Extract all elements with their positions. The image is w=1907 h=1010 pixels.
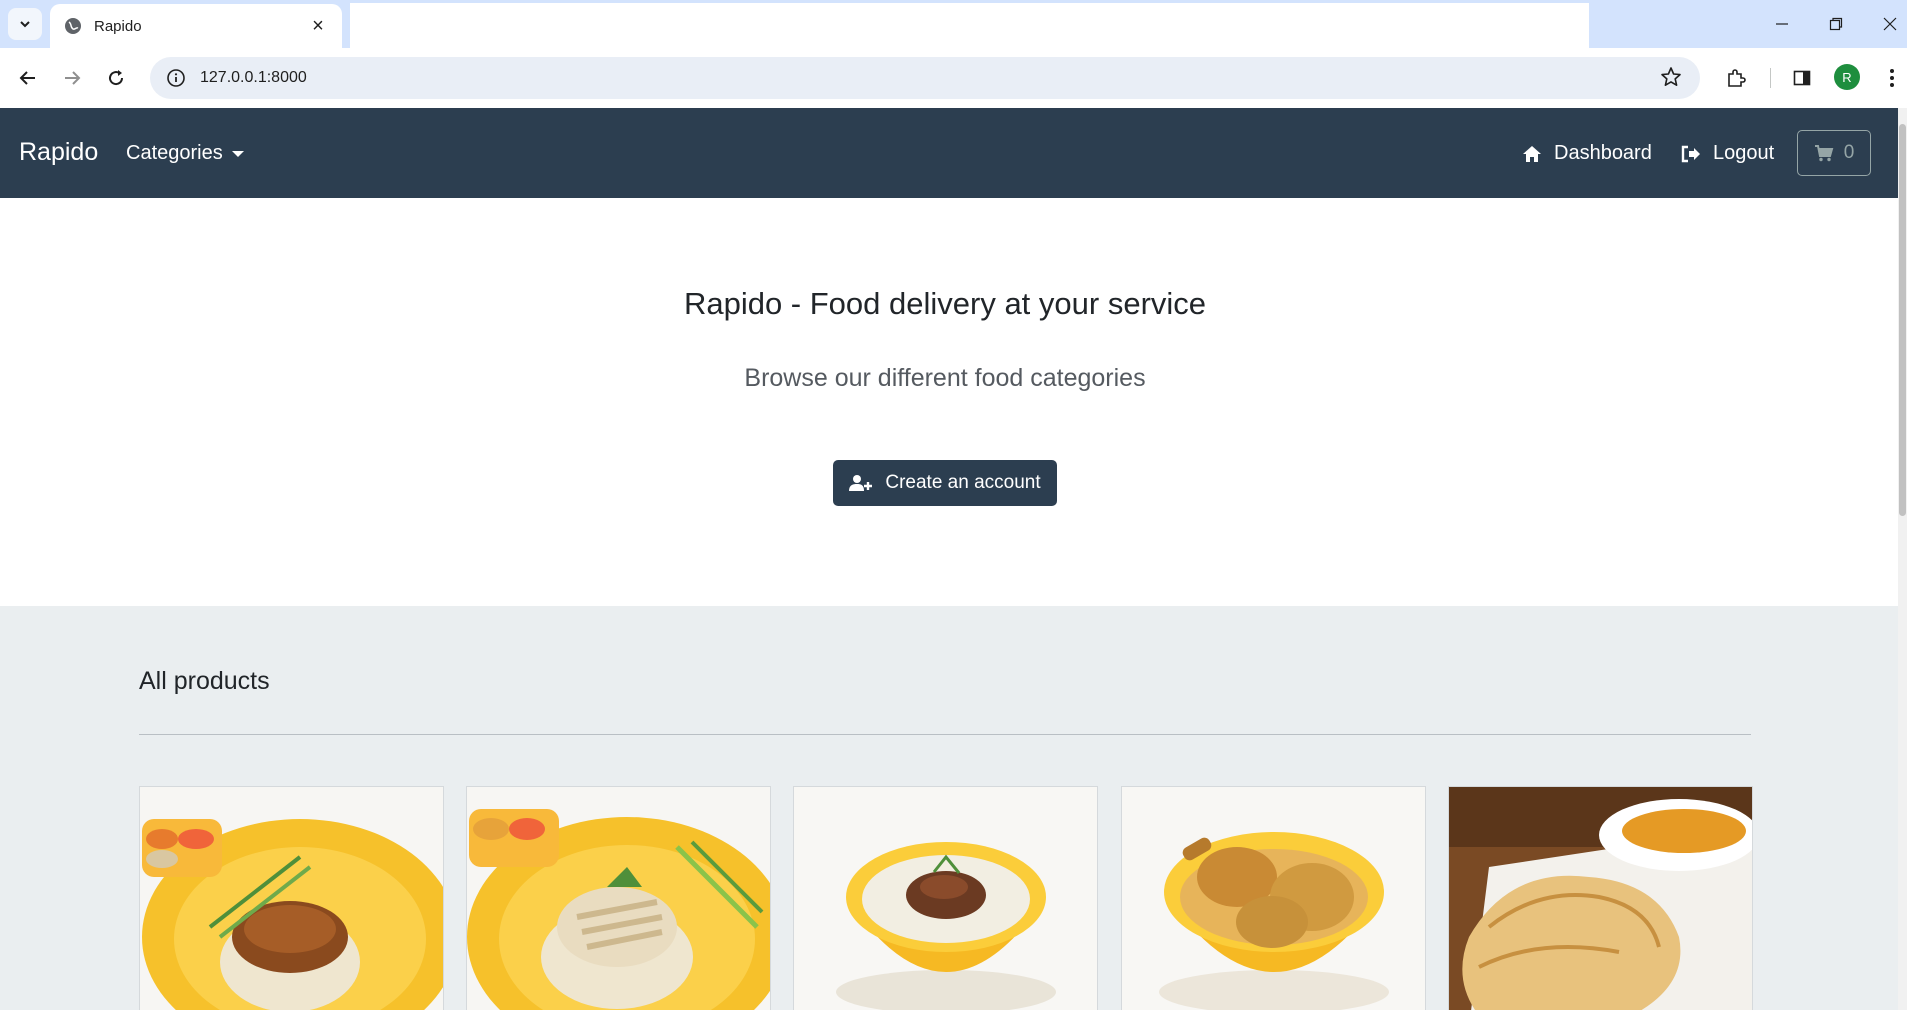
chevron-down-icon (20, 21, 30, 28)
create-account-label: Create an account (885, 472, 1041, 493)
site-navbar: Rapido Categories Dashboard Logout 0 (0, 108, 1898, 198)
dashboard-link[interactable]: Dashboard (1522, 142, 1652, 165)
tab-close-icon[interactable]: × (308, 15, 328, 38)
toolbar-separator (1770, 68, 1771, 88)
categories-label: Categories (126, 142, 223, 164)
url-text: 127.0.0.1:8000 (200, 69, 307, 86)
minimize-icon[interactable] (1762, 10, 1802, 38)
product-image[interactable] (1449, 787, 1753, 1010)
section-title: All products (139, 667, 270, 695)
product-image[interactable] (467, 787, 771, 1010)
reload-icon[interactable] (100, 62, 132, 94)
browser-tabstrip: Rapido × (0, 0, 1907, 48)
caret-down-icon (231, 150, 244, 157)
back-icon[interactable] (12, 62, 44, 94)
tab-search-button[interactable] (8, 8, 42, 40)
user-plus-icon (849, 475, 873, 491)
logout-label: Logout (1713, 142, 1775, 164)
product-card[interactable] (466, 786, 771, 1010)
page-viewport: Rapido Categories Dashboard Logout 0 Rap… (0, 108, 1898, 1010)
home-icon (1523, 145, 1541, 162)
product-card[interactable] (793, 786, 1098, 1010)
hero-section: Rapido - Food delivery at your service B… (0, 198, 1898, 606)
brand-link[interactable]: Rapido (19, 138, 98, 167)
extensions-puzzle-icon[interactable] (1720, 62, 1752, 94)
product-card[interactable] (1448, 786, 1753, 1010)
site-info-icon[interactable] (166, 68, 186, 88)
more-menu-icon[interactable] (1876, 62, 1907, 94)
product-card[interactable] (139, 786, 444, 1010)
address-bar[interactable]: 127.0.0.1:8000 (150, 57, 1700, 99)
cart-count: 0 (1843, 142, 1855, 163)
create-account-button[interactable]: Create an account (833, 460, 1057, 506)
restore-icon[interactable] (1816, 10, 1856, 38)
cart-button[interactable]: 0 (1797, 130, 1871, 176)
forward-icon[interactable] (56, 62, 88, 94)
browser-tab[interactable]: Rapido × (50, 4, 342, 48)
browser-toolbar: 127.0.0.1:8000 R (0, 48, 1907, 108)
tabstrip-empty-area (350, 3, 1589, 48)
categories-dropdown[interactable]: Categories (126, 142, 244, 165)
product-image[interactable] (794, 787, 1098, 1010)
section-divider (139, 734, 1751, 735)
globe-icon (64, 17, 82, 35)
product-image[interactable] (140, 787, 444, 1010)
product-card[interactable] (1121, 786, 1426, 1010)
scrollbar-thumb[interactable] (1899, 124, 1906, 516)
profile-avatar[interactable]: R (1834, 64, 1860, 90)
window-close-icon[interactable] (1870, 10, 1907, 38)
product-image[interactable] (1122, 787, 1426, 1010)
hero-subtitle: Browse our different food categories (744, 364, 1146, 392)
shopping-cart-icon (1814, 145, 1834, 162)
page-scrollbar[interactable] (1898, 108, 1907, 1010)
bookmark-star-icon[interactable] (1660, 66, 1684, 90)
logout-link[interactable]: Logout (1681, 142, 1774, 165)
hero-title: Rapido - Food delivery at your service (683, 286, 1207, 321)
sign-out-icon (1681, 145, 1700, 162)
dashboard-label: Dashboard (1554, 142, 1652, 164)
tab-title: Rapido (94, 17, 142, 35)
side-panel-icon[interactable] (1786, 62, 1818, 94)
